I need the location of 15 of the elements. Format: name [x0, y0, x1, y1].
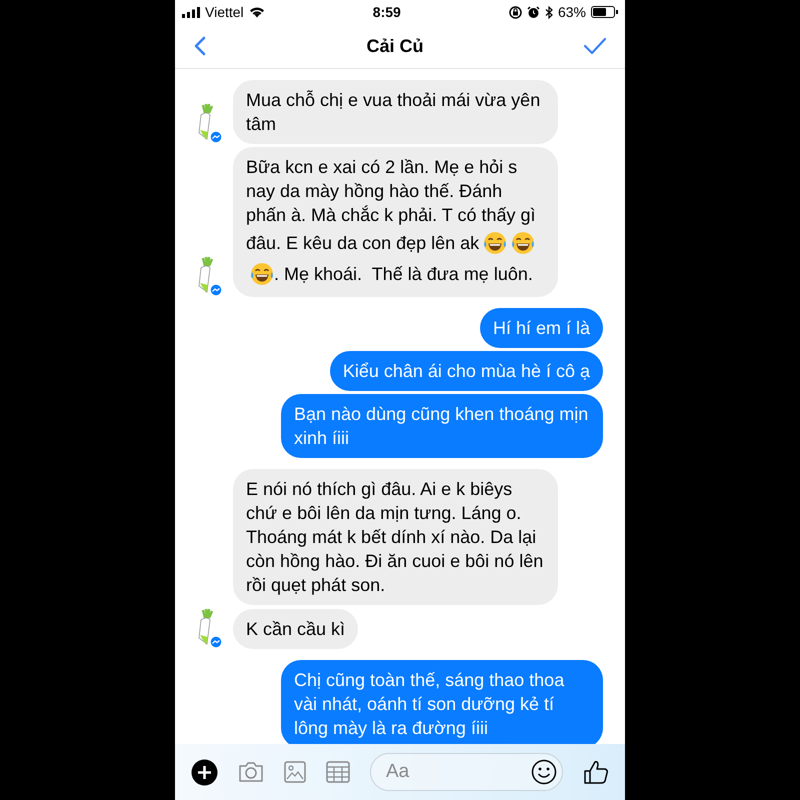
message-text: E nói nó thích gì đâu. Ai e k biêys chứ e bôi lên da mịn tưng. Láng o. Thoáng mát k bết dính xí nào. Da lại còn hồng hào. Đi ăn cuoi e bôi nó lên rồi quẹt phát son.	[246, 478, 544, 597]
chat-title: Cải Củ	[366, 34, 424, 58]
clock-time: 8:59	[372, 2, 401, 22]
message-text: Kiểu chân ái cho mùa hè í cô ạ	[342, 360, 590, 383]
message-text: . Mẹ khoái. Thế là đưa mẹ luôn.	[274, 262, 533, 286]
message-text: K cần cầu kì	[246, 618, 346, 641]
battery-percent: 63%	[558, 2, 586, 22]
message-text: Hí hí em í là	[492, 317, 590, 340]
message-input[interactable]: Aa	[386, 758, 531, 786]
message-text: Chị cũng toàn thế, sáng thao thoa vài nhát, oánh tí son dưỡng kẻ tí lông mày là ra đường íiii	[294, 669, 566, 740]
message-field[interactable]: Aa	[370, 753, 563, 791]
message-text: Mua chỗ chị e vua thoải mái vừa yên tâm	[246, 89, 542, 136]
message-text: đâu. E kêu da con đẹp lên ak	[246, 232, 480, 254]
carrier-name: Viettel	[205, 2, 244, 22]
message-text: Bạn nào dùng cũng khen thoáng mịn xinh íiii	[294, 403, 590, 450]
